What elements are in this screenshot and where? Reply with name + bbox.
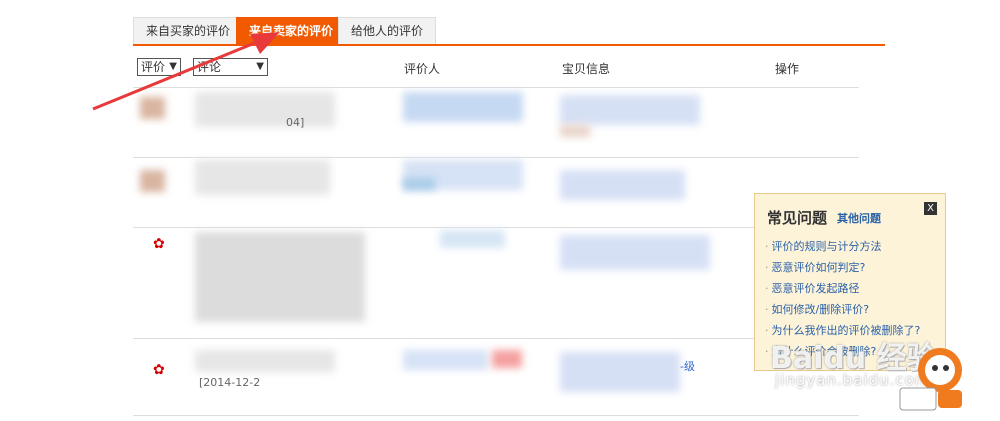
mascot-icon bbox=[899, 348, 962, 411]
